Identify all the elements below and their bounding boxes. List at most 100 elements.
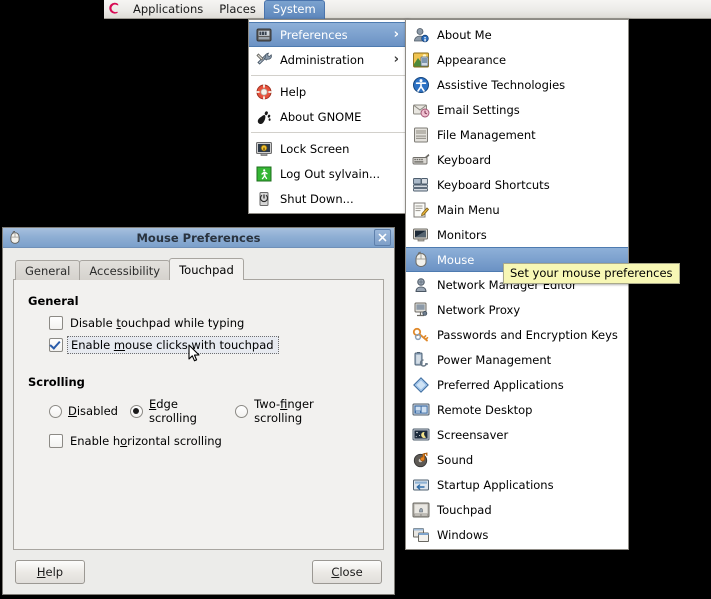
scrolling-disabled-row[interactable]: Disabled [49,404,118,418]
prefs-item-appearance-label: Appearance [437,52,507,67]
prefs-item-startup-applications[interactable]: Startup Applications [406,472,628,497]
menu-item-shut-down[interactable]: Shut Down... [249,186,407,211]
scrolling-edge-label: Edge scrolling [148,397,197,425]
scrolling-group-options: Disabled Edge scrolling Two-finger scrol… [28,397,369,448]
prefs-item-power-management[interactable]: Power Management [406,347,628,372]
prefs-item-preferred-applications[interactable]: Preferred Applications [406,372,628,397]
menu-item-about-gnome[interactable]: About GNOME [249,104,407,129]
scrolling-two-finger-radio[interactable] [235,404,249,418]
keyboard-shortcuts-icon [412,176,430,194]
administration-tools-icon [255,51,273,69]
prefs-item-sound-label: Sound [437,452,474,467]
prefs-item-appearance[interactable]: Appearance [406,47,628,72]
prefs-item-preferred-applications-label: Preferred Applications [437,377,564,392]
prefs-item-network-proxy-label: Network Proxy [437,302,521,317]
enable-mouse-clicks-with-touchpad-checkbox[interactable] [49,338,63,352]
menu-item-administration-label: Administration [280,52,365,67]
menu-item-log-out[interactable]: Log Out sylvain... [249,161,407,186]
menu-item-lock-screen[interactable]: Lock Screen [249,136,407,161]
prefs-item-passwords-keys[interactable]: Passwords and Encryption Keys [406,322,628,347]
assistive-technologies-icon [412,76,430,94]
tooltip-text: Set your mouse preferences [510,266,673,280]
tab-touchpad[interactable]: Touchpad [169,258,244,280]
prefs-item-monitors[interactable]: Monitors [406,222,628,247]
prefs-item-keyboard-shortcuts-label: Keyboard Shortcuts [437,177,550,192]
scrolling-disabled-label: Disabled [68,404,118,418]
panel-menu-places-label: Places [219,1,256,16]
enable-horizontal-scrolling-label: Enable horizontal scrolling [70,434,222,448]
mouse-icon [7,230,23,246]
menu-item-preferences[interactable]: Preferences › [249,22,407,47]
appearance-icon [412,51,430,69]
help-button-label: Help [36,565,64,579]
touchpad-icon [412,501,430,519]
prefs-item-assistive-technologies[interactable]: Assistive Technologies [406,72,628,97]
dialog-title: Mouse Preferences [136,230,261,245]
panel-menu-system[interactable]: System [263,0,325,19]
startup-applications-icon [412,476,430,494]
menu-separator [251,132,405,133]
passwords-keys-icon [412,326,430,344]
menu-item-preferences-label: Preferences [280,27,348,42]
enable-mouse-clicks-with-touchpad-row[interactable]: Enable mouse clicks with touchpad [49,336,369,354]
prefs-item-remote-desktop-label: Remote Desktop [437,402,533,417]
prefs-item-about-me[interactable]: About Me [406,22,628,47]
scrolling-two-finger-label: Two-finger scrolling [254,397,314,425]
prefs-item-screensaver[interactable]: Screensaver [406,422,628,447]
prefs-item-email-settings-label: Email Settings [437,102,520,117]
monitors-icon [412,226,430,244]
tab-general[interactable]: General [15,260,81,280]
panel-menu-places[interactable]: Places [211,0,264,18]
preferences-icon [255,26,273,44]
help-button[interactable]: Help [15,560,85,584]
scrolling-disabled-radio[interactable] [49,404,62,418]
prefs-item-email-settings[interactable]: Email Settings [406,97,628,122]
windows-icon [412,526,430,544]
scrolling-two-finger-row[interactable]: Two-finger scrolling [235,397,357,425]
close-button[interactable]: Close [312,560,382,584]
shut-down-icon [255,190,273,208]
menu-item-administration[interactable]: Administration › [249,47,407,72]
close-icon[interactable] [374,229,391,246]
debian-swirl-icon[interactable] [106,0,124,18]
prefs-item-file-management[interactable]: File Management [406,122,628,147]
panel-menu-system-label: System [272,1,316,16]
tab-touchpad-label: Touchpad [179,263,234,277]
prefs-item-network-proxy[interactable]: Network Proxy [406,297,628,322]
prefs-item-startup-applications-label: Startup Applications [437,477,554,492]
network-manager-icon [412,276,430,294]
enable-horizontal-scrolling-row[interactable]: Enable horizontal scrolling [49,434,369,448]
scrolling-edge-row[interactable]: Edge scrolling [129,397,223,425]
notebook-tabstrip: General Accessibility Touchpad [15,258,384,280]
menu-item-help[interactable]: Help [249,79,407,104]
prefs-item-touchpad-label: Touchpad [437,502,492,517]
network-proxy-icon [412,301,430,319]
prefs-item-main-menu[interactable]: Main Menu [406,197,628,222]
general-group-options: Disable touchpad while typing Enable mou… [28,316,369,354]
enable-horizontal-scrolling-checkbox[interactable] [49,434,63,448]
enable-mouse-clicks-with-touchpad-label: Enable mouse clicks with touchpad [67,336,279,354]
menu-item-lock-screen-label: Lock Screen [280,141,350,156]
keyboard-icon [412,151,430,169]
prefs-item-touchpad[interactable]: Touchpad [406,497,628,522]
prefs-item-keyboard[interactable]: Keyboard [406,147,628,172]
prefs-item-sound[interactable]: Sound [406,447,628,472]
prefs-item-remote-desktop[interactable]: Remote Desktop [406,397,628,422]
power-management-icon [412,351,430,369]
screensaver-icon [412,426,430,444]
disable-touchpad-while-typing-row[interactable]: Disable touchpad while typing [49,316,369,330]
mouse-icon [412,251,430,269]
prefs-item-keyboard-shortcuts[interactable]: Keyboard Shortcuts [406,172,628,197]
disable-touchpad-while-typing-checkbox[interactable] [49,316,63,330]
panel-menu-applications[interactable]: Applications [125,0,211,18]
close-button-label: Close [331,565,363,579]
menu-item-about-gnome-label: About GNOME [280,109,362,124]
dialog-titlebar[interactable]: Mouse Preferences [3,228,394,248]
tab-accessibility[interactable]: Accessibility [79,260,171,280]
file-management-icon [412,126,430,144]
touchpad-tab-page: General Disable touchpad while typing En… [13,279,384,550]
top-panel: Applications Places System [104,0,711,19]
log-out-icon [255,165,273,183]
scrolling-edge-radio[interactable] [129,404,143,418]
prefs-item-windows[interactable]: Windows [406,522,628,547]
